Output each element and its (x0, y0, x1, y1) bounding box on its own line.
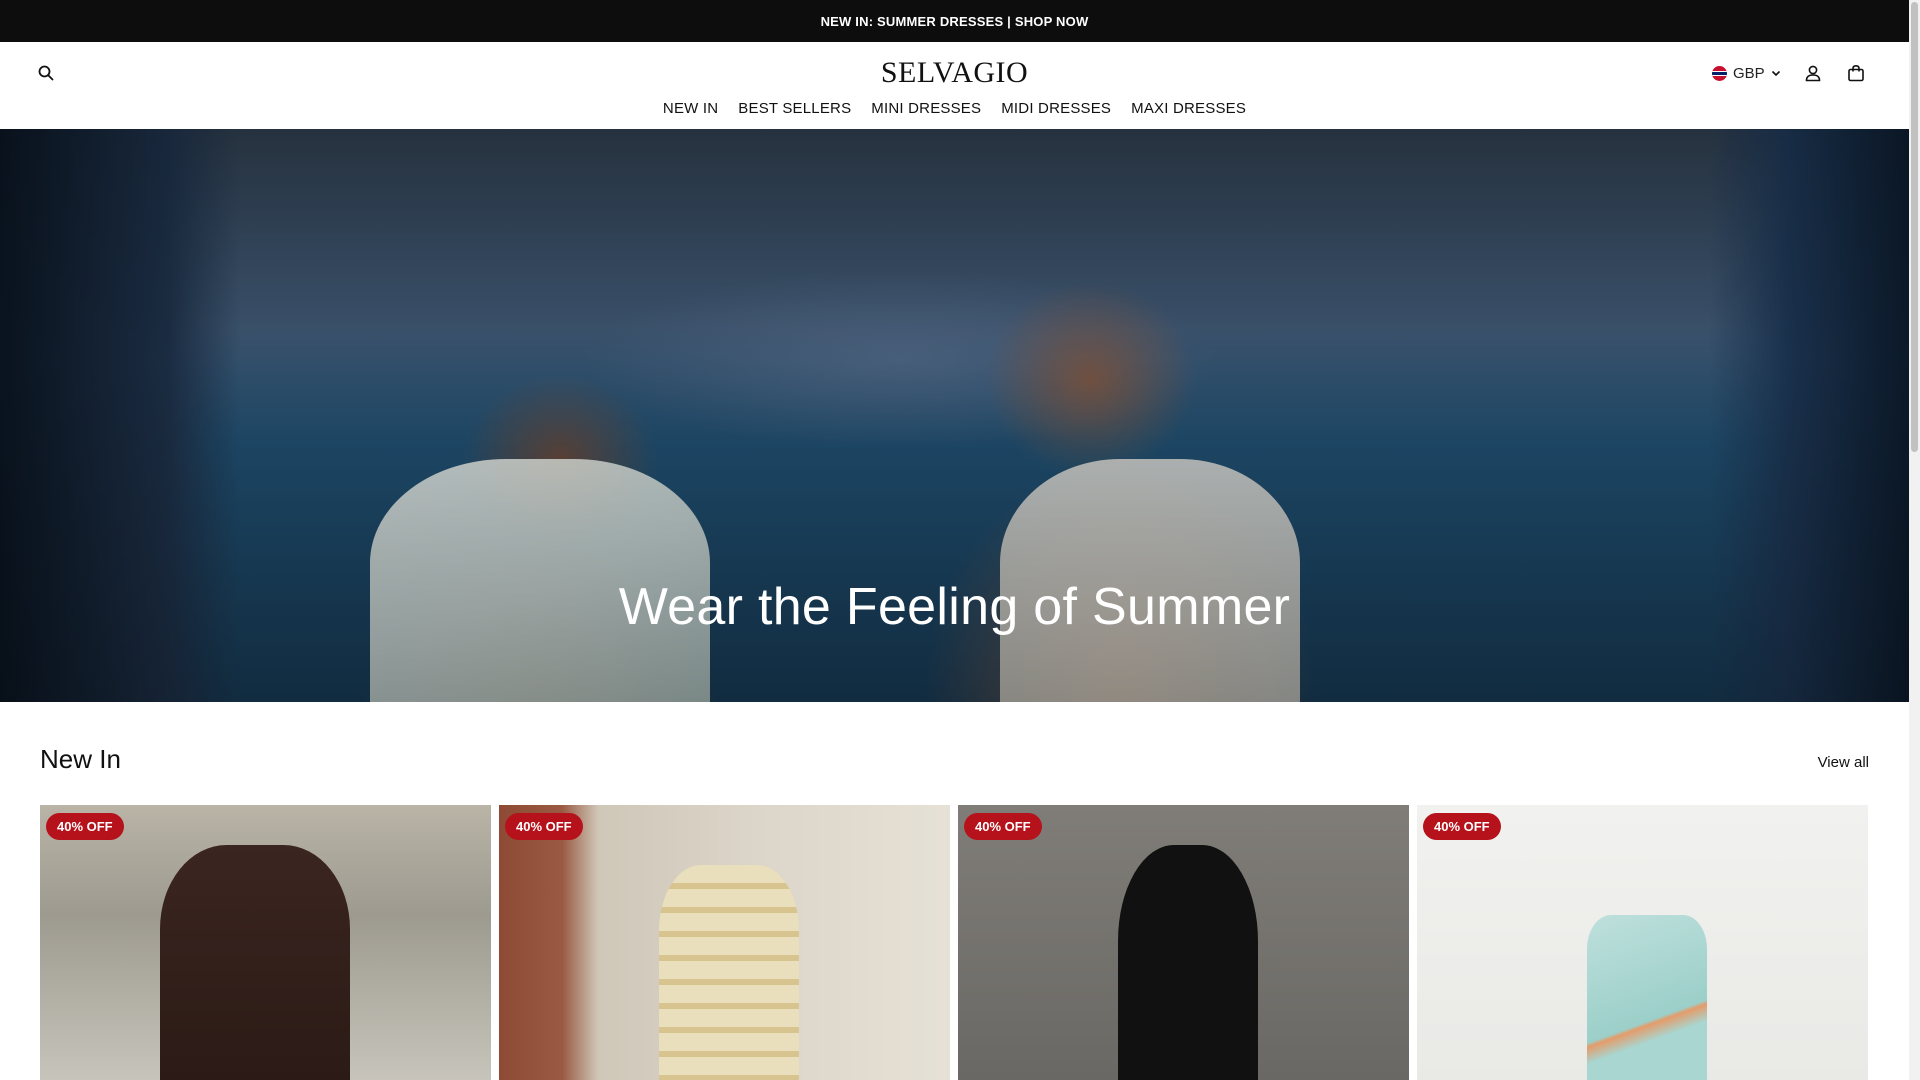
product-card[interactable]: 40% OFF (40, 805, 491, 1080)
nav-new-in[interactable]: NEW IN (663, 100, 718, 117)
product-card[interactable]: 40% OFF (1417, 805, 1868, 1080)
scrollbar-thumb[interactable] (1911, 2, 1918, 452)
product-image (1417, 805, 1868, 1080)
hero-title: Wear the Feeling of Summer (618, 578, 1291, 636)
site-logo[interactable]: SELVAGIO (0, 56, 1909, 90)
product-image (958, 805, 1409, 1080)
discount-badge: 40% OFF (964, 813, 1042, 840)
discount-badge: 40% OFF (46, 813, 124, 840)
product-image (40, 805, 491, 1080)
product-card[interactable]: 40% OFF (958, 805, 1409, 1080)
discount-badge: 40% OFF (505, 813, 583, 840)
page-scrollbar[interactable] (1909, 0, 1920, 1080)
product-image (499, 805, 950, 1080)
product-grid: 40% OFF 40% OFF 40% OFF 40% OFF (40, 805, 1869, 1080)
nav-best-sellers[interactable]: BEST SELLERS (738, 100, 851, 117)
nav-maxi-dresses[interactable]: MAXI DRESSES (1131, 100, 1246, 117)
uk-flag-icon (1712, 65, 1727, 81)
currency-selector[interactable]: GBP (1712, 61, 1781, 85)
nav-mini-dresses[interactable]: MINI DRESSES (871, 100, 981, 117)
site-header: SELVAGIO GBP NEW IN BEST SELLERS MINI DR… (0, 42, 1909, 129)
hero-banner[interactable]: Wear the Feeling of Summer (0, 129, 1909, 702)
chevron-down-icon (1771, 65, 1781, 82)
shopping-bag-icon[interactable] (1844, 61, 1868, 85)
currency-label: GBP (1733, 64, 1765, 82)
nav-midi-dresses[interactable]: MIDI DRESSES (1001, 100, 1111, 117)
main-nav: NEW IN BEST SELLERS MINI DRESSES MIDI DR… (0, 100, 1909, 117)
discount-badge: 40% OFF (1423, 813, 1501, 840)
section-title-new-in: New In (40, 744, 121, 774)
user-icon[interactable] (1801, 61, 1825, 85)
view-all-link[interactable]: View all (1818, 754, 1869, 771)
announcement-bar[interactable]: NEW IN: SUMMER DRESSES | SHOP NOW (0, 0, 1909, 42)
product-card[interactable]: 40% OFF (499, 805, 950, 1080)
